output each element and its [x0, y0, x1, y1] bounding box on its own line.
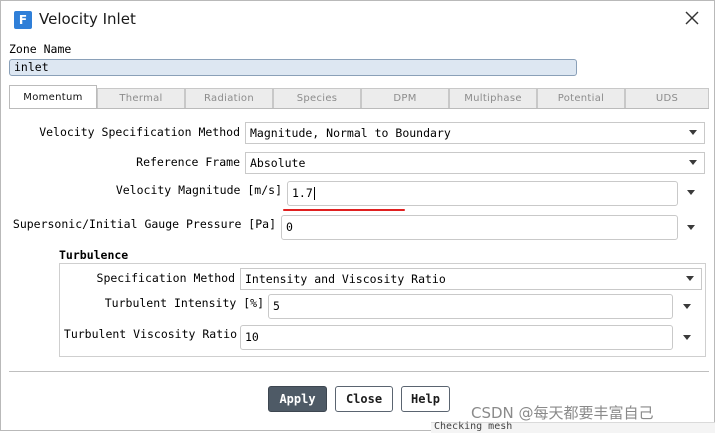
chevron-down-icon[interactable]: [683, 335, 691, 340]
tab-radiation[interactable]: Radiation: [185, 88, 273, 108]
zone-name-input[interactable]: inlet: [9, 59, 577, 76]
velocity-magnitude-label: Velocity Magnitude [m/s]: [115, 183, 282, 197]
velocity-magnitude-input[interactable]: 1.7: [287, 181, 678, 206]
turbulence-group-title: Turbulence: [59, 248, 129, 262]
velocity-spec-select[interactable]: Magnitude, Normal to Boundary: [245, 122, 705, 144]
velocity-inlet-dialog: F Velocity Inlet Zone Name inlet Momentu…: [0, 0, 715, 433]
tab-momentum[interactable]: Momentum: [9, 85, 97, 109]
gauge-pressure-input[interactable]: 0: [281, 215, 678, 240]
annotation-underline: [283, 209, 405, 211]
chevron-down-icon[interactable]: [683, 304, 691, 309]
tab-species[interactable]: Species: [273, 88, 361, 108]
reference-frame-label: Reference Frame: [136, 155, 240, 169]
close-button[interactable]: Close: [335, 386, 393, 412]
turb-intensity-value: 5: [273, 299, 280, 313]
chevron-down-icon[interactable]: [687, 190, 695, 195]
tab-uds[interactable]: UDS: [625, 88, 709, 108]
reference-frame-value: Absolute: [250, 156, 306, 170]
help-button[interactable]: Help: [401, 386, 450, 412]
apply-button[interactable]: Apply: [268, 386, 327, 412]
zone-name-label: Zone Name: [9, 42, 72, 56]
chevron-down-icon: [689, 130, 697, 135]
turb-spec-method-value: Intensity and Viscosity Ratio: [245, 272, 446, 286]
tab-dpm[interactable]: DPM: [361, 88, 449, 108]
turb-intensity-input[interactable]: 5: [268, 294, 673, 319]
velocity-magnitude-value: 1.7: [292, 186, 313, 200]
gauge-pressure-label: Supersonic/Initial Gauge Pressure [Pa]: [12, 217, 276, 231]
turb-viscosity-ratio-input[interactable]: 10: [240, 325, 673, 350]
turb-spec-method-label: Specification Method: [96, 271, 235, 285]
divider: [9, 371, 709, 372]
velocity-spec-value: Magnitude, Normal to Boundary: [250, 126, 451, 140]
tab-potential[interactable]: Potential: [537, 88, 625, 108]
chevron-down-icon: [686, 276, 694, 281]
text-cursor: [313, 187, 315, 200]
watermark: CSDN @每天都要丰富自己: [471, 404, 654, 422]
gauge-pressure-value: 0: [286, 220, 293, 234]
tab-bar: Momentum Thermal Radiation Species DPM M…: [9, 85, 709, 109]
close-icon[interactable]: [683, 9, 701, 27]
turb-viscosity-ratio-label: Turbulent Viscosity Ratio: [63, 327, 237, 341]
dialog-title: Velocity Inlet: [39, 10, 136, 28]
reference-frame-select[interactable]: Absolute: [245, 152, 705, 174]
tab-multiphase[interactable]: Multiphase: [449, 88, 537, 108]
turb-intensity-label: Turbulent Intensity [%]: [104, 296, 264, 310]
turb-spec-method-select[interactable]: Intensity and Viscosity Ratio: [240, 268, 702, 290]
tab-thermal[interactable]: Thermal: [97, 88, 185, 108]
title-bar: F Velocity Inlet: [1, 1, 714, 39]
chevron-down-icon: [689, 160, 697, 165]
chevron-down-icon[interactable]: [687, 225, 695, 230]
turb-viscosity-ratio-value: 10: [245, 330, 259, 344]
fluent-app-icon: F: [14, 11, 32, 29]
velocity-spec-label: Velocity Specification Method: [39, 125, 240, 139]
